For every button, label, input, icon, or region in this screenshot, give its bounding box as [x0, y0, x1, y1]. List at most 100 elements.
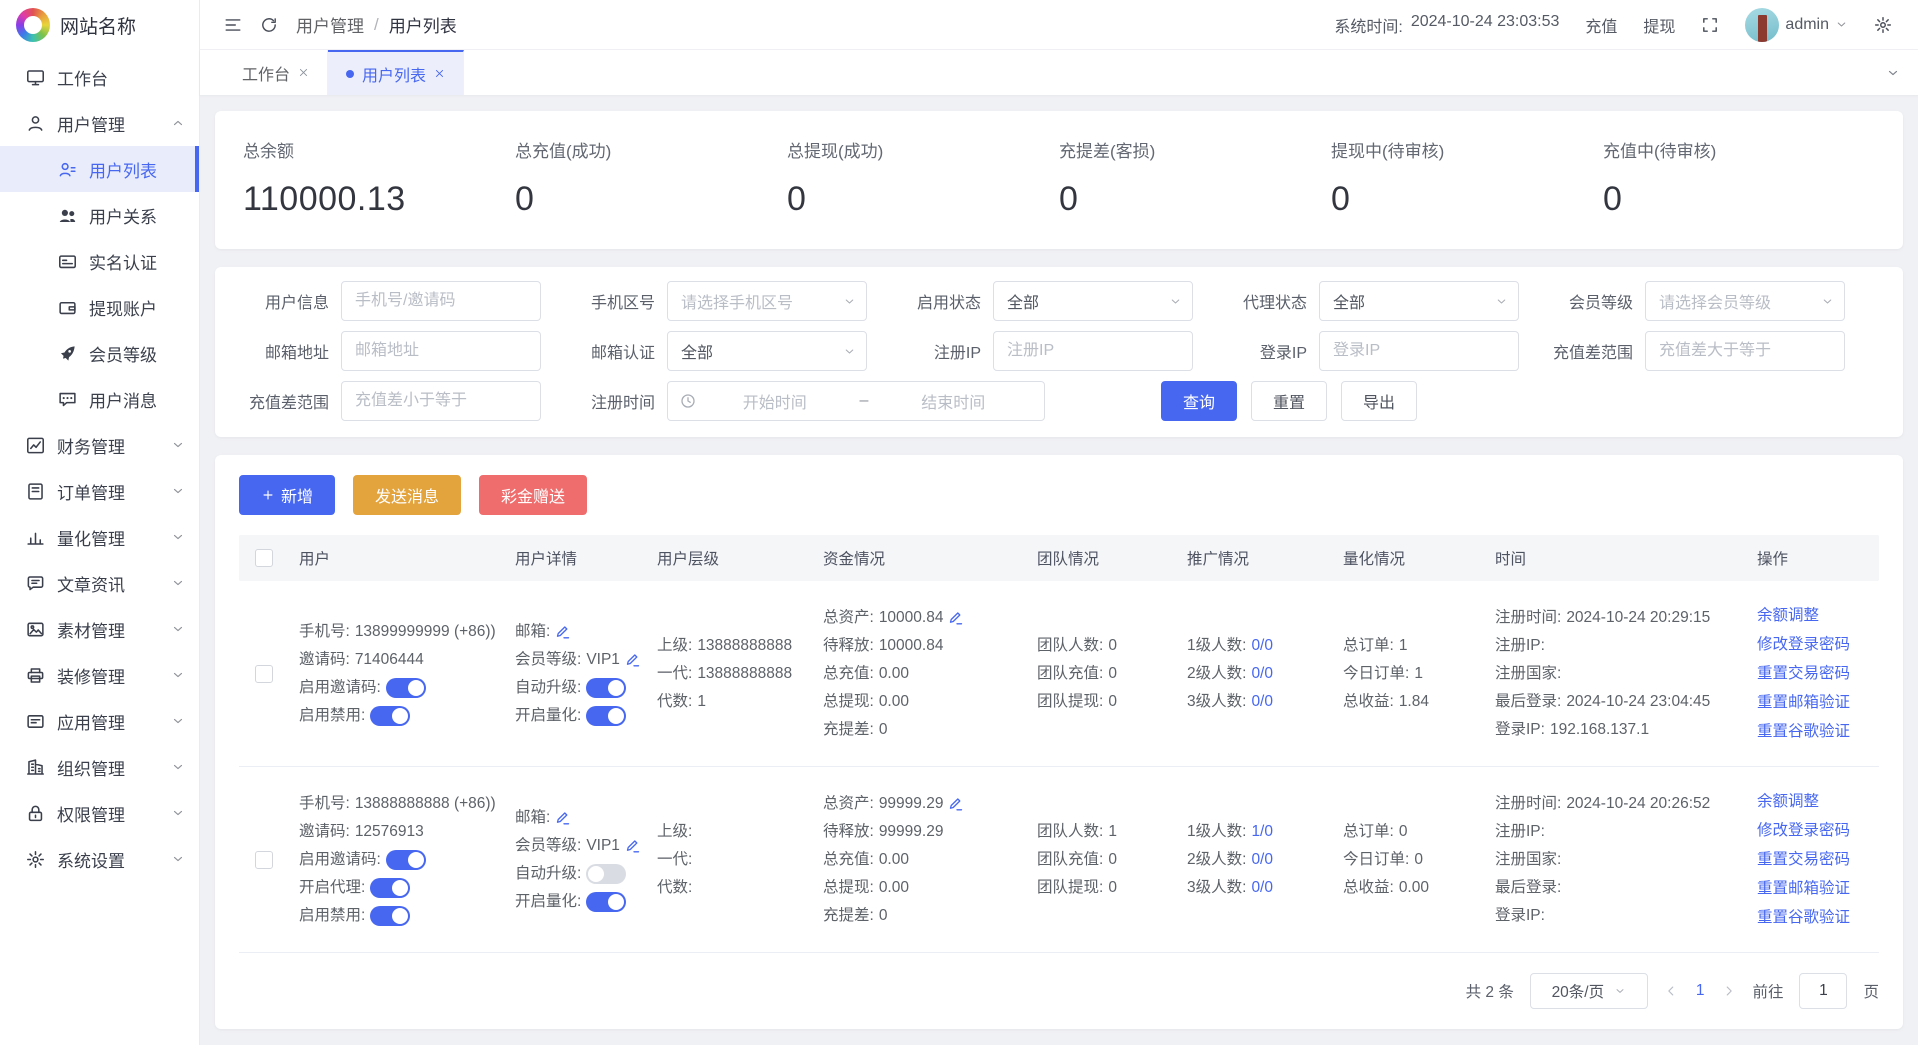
balance-adjust-link[interactable]: 余额调整 — [1757, 601, 1869, 630]
member-level-select[interactable]: 请选择会员等级 — [1645, 281, 1845, 321]
fullscreen-button[interactable] — [1701, 16, 1719, 34]
quant-toggle[interactable] — [586, 892, 626, 912]
edit-icon[interactable] — [625, 652, 641, 668]
level3-count-link[interactable]: 0/0 — [1251, 874, 1273, 902]
field-label: 总订单: — [1343, 632, 1394, 660]
quant-toggle[interactable] — [586, 706, 626, 726]
row-checkbox[interactable] — [255, 851, 273, 869]
edit-icon[interactable] — [625, 838, 641, 854]
change-login-password-link[interactable]: 修改登录密码 — [1757, 630, 1869, 659]
current-page[interactable]: 1 — [1694, 982, 1707, 1000]
close-icon[interactable] — [298, 67, 309, 78]
close-icon[interactable] — [434, 68, 445, 79]
email-input[interactable] — [341, 331, 541, 371]
send-message-button[interactable]: 发送消息 — [353, 475, 461, 515]
change-login-password-link[interactable]: 修改登录密码 — [1757, 816, 1869, 845]
edit-icon[interactable] — [948, 610, 964, 626]
sidebar-item-finance-mgmt[interactable]: 财务管理 — [0, 422, 199, 468]
chevron-down-icon — [1169, 295, 1182, 308]
reg-time-range-picker[interactable]: 开始时间 – 结束时间 — [667, 381, 1045, 421]
settings-button[interactable] — [1874, 16, 1892, 34]
row-checkbox[interactable] — [255, 665, 273, 683]
sidebar-item-decoration-mgmt[interactable]: 装修管理 — [0, 652, 199, 698]
sidebar-item-order-mgmt[interactable]: 订单管理 — [0, 468, 199, 514]
reset-button[interactable]: 重置 — [1251, 381, 1327, 421]
disable-toggle[interactable] — [370, 906, 410, 926]
quant-cell: 总订单:0 今日订单:0 总收益:0.00 — [1343, 818, 1495, 902]
export-button[interactable]: 导出 — [1341, 381, 1417, 421]
refresh-button[interactable] — [260, 16, 278, 34]
bonus-gift-button[interactable]: 彩金赠送 — [479, 475, 587, 515]
sidebar-item-org-mgmt[interactable]: 组织管理 — [0, 744, 199, 790]
field-label: 开启量化: — [515, 888, 581, 916]
reset-trade-password-link[interactable]: 重置交易密码 — [1757, 659, 1869, 688]
level1-count-link[interactable]: 1/0 — [1251, 818, 1273, 846]
chevron-down-icon — [171, 806, 185, 820]
auto-upgrade-toggle[interactable] — [586, 678, 626, 698]
sidebar-item-user-relations[interactable]: 用户关系 — [0, 192, 199, 238]
sidebar-item-quant-mgmt[interactable]: 量化管理 — [0, 514, 199, 560]
sidebar-item-material-mgmt[interactable]: 素材管理 — [0, 606, 199, 652]
sidebar-item-withdraw-account[interactable]: 提现账户 — [0, 284, 199, 330]
recharge-diff-ge-input[interactable] — [1645, 331, 1845, 371]
prev-page-button[interactable] — [1664, 984, 1678, 998]
disable-toggle[interactable] — [370, 706, 410, 726]
sidebar-item-real-name-auth[interactable]: 实名认证 — [0, 238, 199, 284]
level3-count-link[interactable]: 0/0 — [1251, 688, 1273, 716]
filter-email: 邮箱地址 — [241, 331, 541, 371]
reset-email-verify-link[interactable]: 重置邮箱验证 — [1757, 688, 1869, 717]
reset-trade-password-link[interactable]: 重置交易密码 — [1757, 845, 1869, 874]
sidebar-item-permission-mgmt[interactable]: 权限管理 — [0, 790, 199, 836]
stat-label: 充值中(待审核) — [1603, 137, 1875, 162]
invite-code-toggle[interactable] — [386, 850, 426, 870]
select-all-checkbox[interactable] — [255, 549, 273, 567]
sidebar-item-user-mgmt[interactable]: 用户管理 — [0, 100, 199, 146]
reset-email-verify-link[interactable]: 重置邮箱验证 — [1757, 874, 1869, 903]
recharge-diff-le-input[interactable] — [341, 381, 541, 421]
recharge-link[interactable]: 充值 — [1585, 13, 1617, 37]
level2-count-link[interactable]: 0/0 — [1251, 660, 1273, 688]
reset-google-verify-link[interactable]: 重置谷歌验证 — [1757, 903, 1869, 932]
sidebar-item-user-messages[interactable]: 用户消息 — [0, 376, 199, 422]
team-withdraw-value: 0 — [1108, 874, 1117, 902]
reset-google-verify-link[interactable]: 重置谷歌验证 — [1757, 717, 1869, 746]
field-label: 注册时间: — [1495, 604, 1561, 632]
stat-label: 充提差(客损) — [1059, 137, 1331, 162]
email-verify-select[interactable]: 全部 — [667, 331, 867, 371]
level1-count-link[interactable]: 0/0 — [1251, 632, 1273, 660]
add-user-button[interactable]: 新增 — [239, 475, 335, 515]
level2-count-link[interactable]: 0/0 — [1251, 846, 1273, 874]
login-ip-input[interactable] — [1319, 331, 1519, 371]
sidebar-item-system-settings[interactable]: 系统设置 — [0, 836, 199, 882]
reg-ip-input[interactable] — [993, 331, 1193, 371]
agent-toggle[interactable] — [370, 878, 410, 898]
field-label: 自动升级: — [515, 860, 581, 888]
phone-area-select[interactable]: 请选择手机区号 — [667, 281, 867, 321]
edit-icon[interactable] — [555, 810, 571, 826]
tab-workbench[interactable]: 工作台 — [224, 50, 328, 95]
goto-page-input[interactable] — [1799, 973, 1847, 1009]
tab-overflow-button[interactable] — [1868, 50, 1918, 95]
edit-icon[interactable] — [948, 796, 964, 812]
sidebar-item-user-list[interactable]: 用户列表 — [0, 146, 199, 192]
enable-status-select[interactable]: 全部 — [993, 281, 1193, 321]
page-size-select[interactable]: 20条/页 — [1530, 973, 1648, 1009]
sidebar-item-articles[interactable]: 文章资讯 — [0, 560, 199, 606]
next-page-button[interactable] — [1722, 984, 1736, 998]
withdraw-link[interactable]: 提现 — [1643, 13, 1675, 37]
user-info-input[interactable] — [341, 281, 541, 321]
sidebar-item-app-mgmt[interactable]: 应用管理 — [0, 698, 199, 744]
edit-icon[interactable] — [555, 624, 571, 640]
tab-user-list[interactable]: 用户列表 — [328, 50, 464, 95]
invite-code-toggle[interactable] — [386, 678, 426, 698]
column-header-time: 时间 — [1495, 547, 1757, 569]
collapse-menu-button[interactable] — [224, 16, 242, 34]
user-menu[interactable]: admin — [1745, 8, 1848, 42]
sidebar-item-workbench[interactable]: 工作台 — [0, 54, 199, 100]
auto-upgrade-toggle[interactable] — [586, 864, 626, 884]
sidebar-item-member-level[interactable]: 会员等级 — [0, 330, 199, 376]
search-button[interactable]: 查询 — [1161, 381, 1237, 421]
balance-adjust-link[interactable]: 余额调整 — [1757, 787, 1869, 816]
agent-status-select[interactable]: 全部 — [1319, 281, 1519, 321]
breadcrumb-parent[interactable]: 用户管理 — [296, 12, 364, 37]
